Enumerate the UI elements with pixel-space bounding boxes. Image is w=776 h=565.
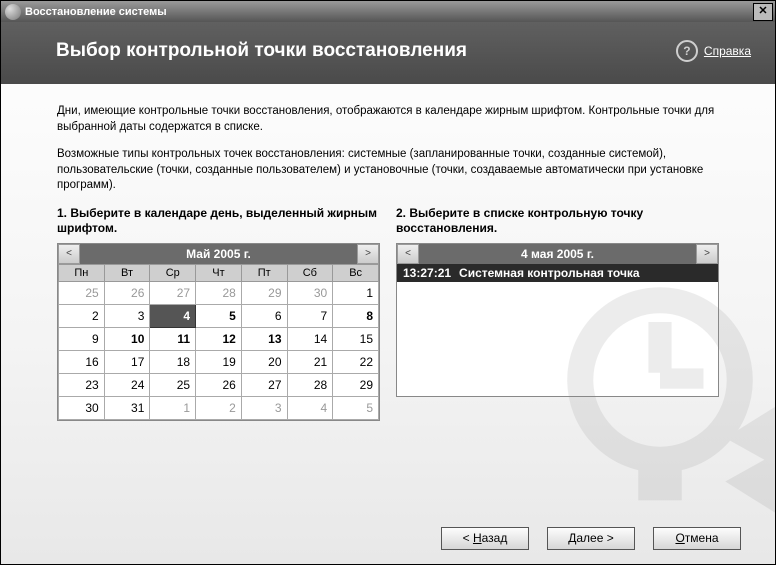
restore-point-items: 13:27:21 Системная контрольная точка [397, 264, 718, 282]
steps-row: 1. Выберите в календаре день, выделенный… [57, 206, 719, 421]
calendar-weekday-header: Пн [59, 264, 105, 281]
restore-point-date-label: 4 мая 2005 г. [419, 247, 696, 261]
restore-point-header: < 4 мая 2005 г. > [397, 244, 718, 264]
calendar-day-cell[interactable]: 5 [196, 304, 242, 327]
calendar-day-cell[interactable]: 29 [333, 373, 379, 396]
app-icon [5, 4, 21, 20]
calendar-day-cell[interactable]: 4 [150, 304, 196, 327]
calendar-day-cell[interactable]: 24 [104, 373, 150, 396]
calendar-next-button[interactable]: > [357, 244, 379, 264]
calendar-day-cell[interactable]: 31 [104, 396, 150, 419]
window-title: Восстановление системы [25, 6, 753, 18]
calendar-day-cell[interactable]: 16 [59, 350, 105, 373]
calendar-day-cell[interactable]: 1 [333, 281, 379, 304]
chevron-right-icon: > [365, 248, 371, 259]
restore-point-list: < 4 мая 2005 г. > 13:27:21 Системная конт… [396, 243, 719, 397]
header-band: Выбор контрольной точки восстановления ?… [1, 22, 775, 84]
date-next-button[interactable]: > [696, 244, 718, 264]
calendar: < Май 2005 г. > ПнВтСрЧтПтСбВс 252627282… [57, 243, 380, 421]
calendar-day-cell[interactable]: 1 [150, 396, 196, 419]
calendar-day-cell[interactable]: 30 [59, 396, 105, 419]
calendar-weekday-header: Вс [333, 264, 379, 281]
calendar-day-cell[interactable]: 13 [241, 327, 287, 350]
intro-paragraph-2: Возможные типы контрольных точек восстан… [57, 147, 719, 194]
calendar-day-cell[interactable]: 23 [59, 373, 105, 396]
step2-label: 2. Выберите в списке контрольную точку в… [396, 206, 719, 237]
calendar-weekday-header: Пт [241, 264, 287, 281]
calendar-day-cell[interactable]: 10 [104, 327, 150, 350]
calendar-day-cell[interactable]: 5 [333, 396, 379, 419]
help-icon[interactable]: ? [676, 40, 698, 62]
chevron-right-icon: > [704, 248, 710, 259]
calendar-day-cell[interactable]: 21 [287, 350, 333, 373]
calendar-day-cell[interactable]: 22 [333, 350, 379, 373]
date-prev-button[interactable]: < [397, 244, 419, 264]
calendar-day-cell[interactable]: 18 [150, 350, 196, 373]
calendar-day-cell[interactable]: 26 [104, 281, 150, 304]
page-title: Выбор контрольной точки восстановления [56, 40, 676, 62]
calendar-day-cell[interactable]: 17 [104, 350, 150, 373]
calendar-day-cell[interactable]: 14 [287, 327, 333, 350]
restore-point-desc: Системная контрольная точка [459, 266, 640, 280]
calendar-day-cell[interactable]: 26 [196, 373, 242, 396]
window: Восстановление системы ✕ Выбор контрольн… [0, 0, 776, 565]
chevron-left-icon: < [405, 248, 411, 259]
step1-label: 1. Выберите в календаре день, выделенный… [57, 206, 380, 237]
restore-point-time: 13:27:21 [403, 266, 451, 280]
calendar-day-cell[interactable]: 3 [104, 304, 150, 327]
calendar-month-label: Май 2005 г. [80, 247, 357, 261]
calendar-day-cell[interactable]: 29 [241, 281, 287, 304]
calendar-day-cell[interactable]: 11 [150, 327, 196, 350]
calendar-header: < Май 2005 г. > [58, 244, 379, 264]
close-icon: ✕ [758, 6, 767, 17]
calendar-day-cell[interactable]: 7 [287, 304, 333, 327]
calendar-day-cell[interactable]: 25 [59, 281, 105, 304]
calendar-day-cell[interactable]: 19 [196, 350, 242, 373]
calendar-day-cell[interactable]: 3 [241, 396, 287, 419]
footer-buttons: < Назад Далее > Отмена [441, 527, 741, 550]
step2-column: 2. Выберите в списке контрольную точку в… [396, 206, 719, 421]
step1-column: 1. Выберите в календаре день, выделенный… [57, 206, 380, 421]
back-button[interactable]: < Назад [441, 527, 529, 550]
chevron-left-icon: < [66, 248, 72, 259]
calendar-weekday-header: Чт [196, 264, 242, 281]
calendar-day-cell[interactable]: 8 [333, 304, 379, 327]
calendar-day-cell[interactable]: 28 [196, 281, 242, 304]
help-link[interactable]: Справка [704, 44, 751, 58]
titlebar: Восстановление системы ✕ [1, 1, 775, 22]
calendar-day-cell[interactable]: 20 [241, 350, 287, 373]
calendar-day-cell[interactable]: 27 [241, 373, 287, 396]
calendar-day-cell[interactable]: 27 [150, 281, 196, 304]
calendar-grid: ПнВтСрЧтПтСбВс 2526272829301234567891011… [58, 264, 379, 420]
content-area: Дни, имеющие контрольные точки восстанов… [1, 84, 775, 421]
calendar-weekday-header: Вт [104, 264, 150, 281]
calendar-weekday-header: Сб [287, 264, 333, 281]
calendar-weekday-header: Ср [150, 264, 196, 281]
calendar-prev-button[interactable]: < [58, 244, 80, 264]
calendar-day-cell[interactable]: 30 [287, 281, 333, 304]
calendar-day-cell[interactable]: 28 [287, 373, 333, 396]
close-button[interactable]: ✕ [753, 3, 773, 21]
calendar-day-cell[interactable]: 2 [196, 396, 242, 419]
calendar-day-cell[interactable]: 12 [196, 327, 242, 350]
intro-paragraph-1: Дни, имеющие контрольные точки восстанов… [57, 104, 719, 135]
calendar-day-cell[interactable]: 6 [241, 304, 287, 327]
calendar-day-cell[interactable]: 9 [59, 327, 105, 350]
next-button[interactable]: Далее > [547, 527, 635, 550]
calendar-day-cell[interactable]: 15 [333, 327, 379, 350]
cancel-button[interactable]: Отмена [653, 527, 741, 550]
restore-point-item[interactable]: 13:27:21 Системная контрольная точка [397, 264, 718, 282]
calendar-day-cell[interactable]: 2 [59, 304, 105, 327]
calendar-day-cell[interactable]: 25 [150, 373, 196, 396]
calendar-day-cell[interactable]: 4 [287, 396, 333, 419]
